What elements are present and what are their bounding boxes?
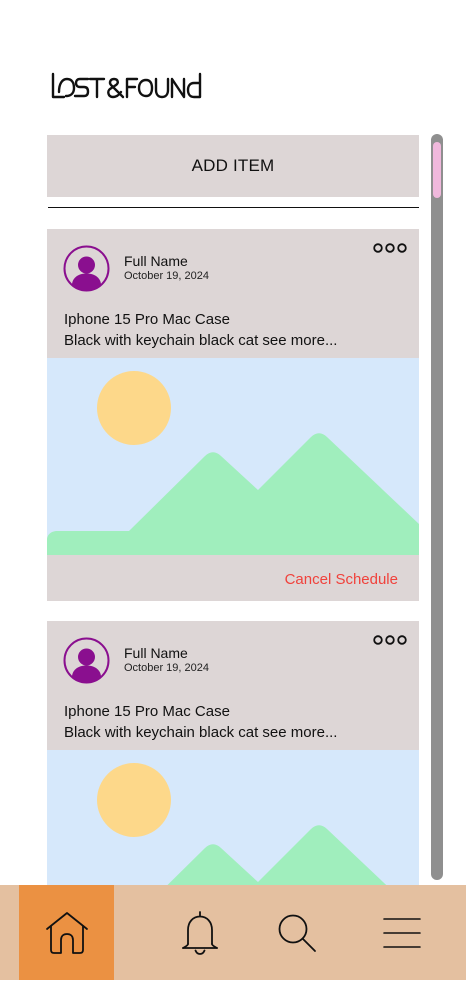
item-title: Iphone 15 Pro Mac Case	[64, 703, 230, 720]
image-placeholder-icon	[47, 750, 419, 885]
more-options-icon[interactable]	[372, 241, 408, 255]
cancel-schedule-button[interactable]: Cancel Schedule	[285, 571, 398, 588]
avatar	[63, 637, 110, 684]
scrollbar-thumb[interactable]	[433, 142, 441, 198]
image-placeholder-icon	[47, 358, 419, 555]
posts-feed[interactable]: Full Name October 19, 2024 Iphone 15 Pro…	[0, 0, 466, 885]
bottom-navigation	[0, 885, 466, 980]
post-date: October 19, 2024	[124, 662, 210, 674]
post-card[interactable]: Full Name October 19, 2024 Iphone 15 Pro…	[47, 229, 419, 601]
nav-home[interactable]	[19, 885, 114, 980]
home-icon	[45, 911, 88, 954]
post-date: October 19, 2024	[124, 270, 210, 282]
item-title: Iphone 15 Pro Mac Case	[64, 311, 230, 328]
more-options-icon[interactable]	[372, 633, 408, 647]
menu-icon	[383, 917, 421, 948]
nav-menu[interactable]	[357, 885, 447, 980]
scrollbar[interactable]	[431, 134, 443, 880]
item-description[interactable]: Black with keychain black cat see more..…	[64, 724, 337, 741]
author-name: Full Name	[124, 645, 188, 661]
bell-icon	[181, 910, 218, 955]
avatar	[63, 245, 110, 292]
author-name: Full Name	[124, 253, 188, 269]
nav-notifications[interactable]	[152, 885, 247, 980]
post-card[interactable]: Full Name October 19, 2024 Iphone 15 Pro…	[47, 621, 419, 885]
nav-search[interactable]	[257, 885, 337, 980]
item-description[interactable]: Black with keychain black cat see more..…	[64, 332, 337, 349]
search-icon	[278, 914, 316, 952]
